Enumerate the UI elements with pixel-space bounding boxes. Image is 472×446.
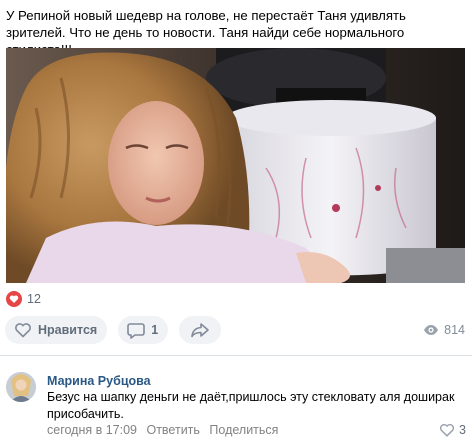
share-button[interactable] — [179, 316, 222, 344]
post-actions: Нравится 1 — [5, 316, 232, 344]
views-counter: 814 — [423, 322, 465, 338]
comment-author[interactable]: Марина Рубцова — [47, 374, 151, 388]
comment-time[interactable]: сегодня в 17:09 — [47, 423, 137, 437]
share-icon — [191, 323, 209, 338]
comment-text: Безус на шапку деньги не даёт,пришлось э… — [47, 390, 455, 421]
like-button-label: Нравится — [38, 323, 98, 337]
heart-outline-icon — [439, 423, 455, 437]
comment-likes-count: 3 — [459, 423, 466, 437]
comment-button[interactable]: 1 — [118, 316, 169, 344]
post-photo-image — [6, 48, 465, 283]
comment-meta: сегодня в 17:09 Ответить Поделиться — [47, 423, 278, 437]
views-count: 814 — [444, 323, 465, 337]
comments-count: 1 — [151, 323, 159, 337]
divider — [0, 355, 472, 356]
heart-outline-icon — [15, 323, 31, 338]
likes-count: 12 — [27, 292, 41, 306]
share-comment-link[interactable]: Поделиться — [209, 423, 278, 437]
reply-link[interactable]: Ответить — [146, 423, 199, 437]
comment-like-button[interactable]: 3 — [439, 423, 466, 437]
eye-icon — [424, 325, 439, 335]
avatar-image — [6, 372, 36, 402]
post-photo[interactable] — [6, 48, 465, 283]
avatar[interactable] — [6, 372, 36, 402]
like-button[interactable]: Нравится — [5, 316, 108, 344]
post-likes[interactable]: 12 — [6, 291, 41, 307]
heart-icon — [6, 291, 22, 307]
comment-icon — [127, 322, 145, 339]
